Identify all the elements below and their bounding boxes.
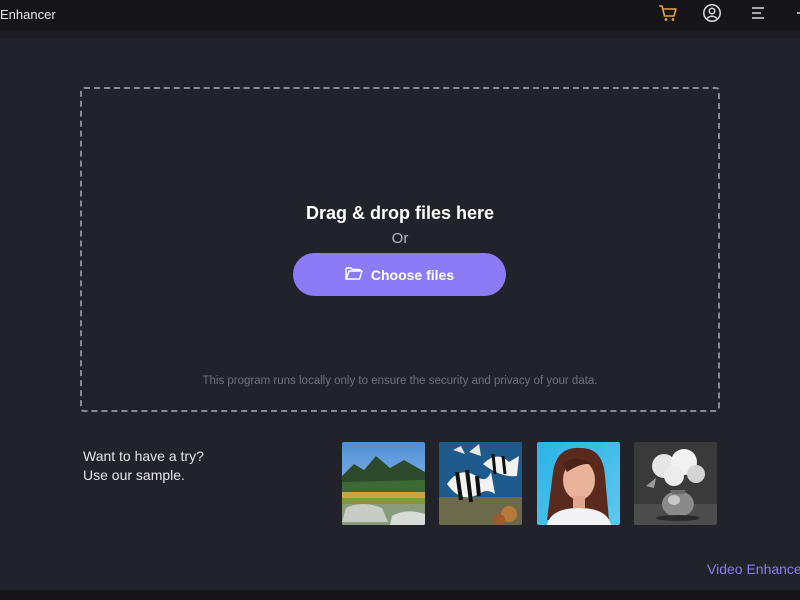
choose-files-label: Choose files: [370, 266, 455, 283]
cart-icon: [658, 4, 678, 27]
menu-icon: [750, 6, 766, 25]
privacy-note: This program runs locally only to ensure…: [202, 375, 598, 387]
or-label: Or: [391, 230, 409, 247]
app-title-text: Enhancer: [0, 7, 56, 22]
drop-zone[interactable]: [80, 87, 720, 412]
flower-image: [634, 442, 717, 525]
flower-sample[interactable]: [634, 442, 717, 525]
title-bar-divider: [0, 30, 800, 38]
sample-prompt-line2: Use our sample.: [83, 467, 185, 483]
account-button[interactable]: [701, 3, 723, 28]
cart-button[interactable]: [657, 4, 679, 26]
minimize-icon: [796, 6, 800, 25]
folder-icon: [345, 266, 363, 283]
sample-prompt-line1: Want to have a try?: [83, 448, 204, 464]
minimize-button[interactable]: [790, 4, 800, 26]
title-bar: Enhancer: [0, 0, 800, 30]
landscape-sample[interactable]: [342, 442, 425, 525]
sample-prompt: Want to have a try? Use our sample.: [83, 447, 204, 485]
portrait-sample[interactable]: [537, 442, 620, 525]
app-title: Enhancer: [0, 0, 56, 30]
choose-files-button[interactable]: Choose files: [293, 253, 506, 296]
fish-sample[interactable]: [439, 442, 522, 525]
video-enhancer-link[interactable]: Video Enhancer: [707, 561, 800, 577]
drop-zone-title: Drag & drop files here: [305, 203, 495, 223]
menu-button[interactable]: [747, 4, 769, 26]
account-icon: [702, 3, 722, 28]
bottom-bar: [0, 590, 800, 600]
landscape-image: [342, 442, 425, 525]
fish-image: [439, 442, 522, 525]
portrait-image: [537, 442, 620, 525]
